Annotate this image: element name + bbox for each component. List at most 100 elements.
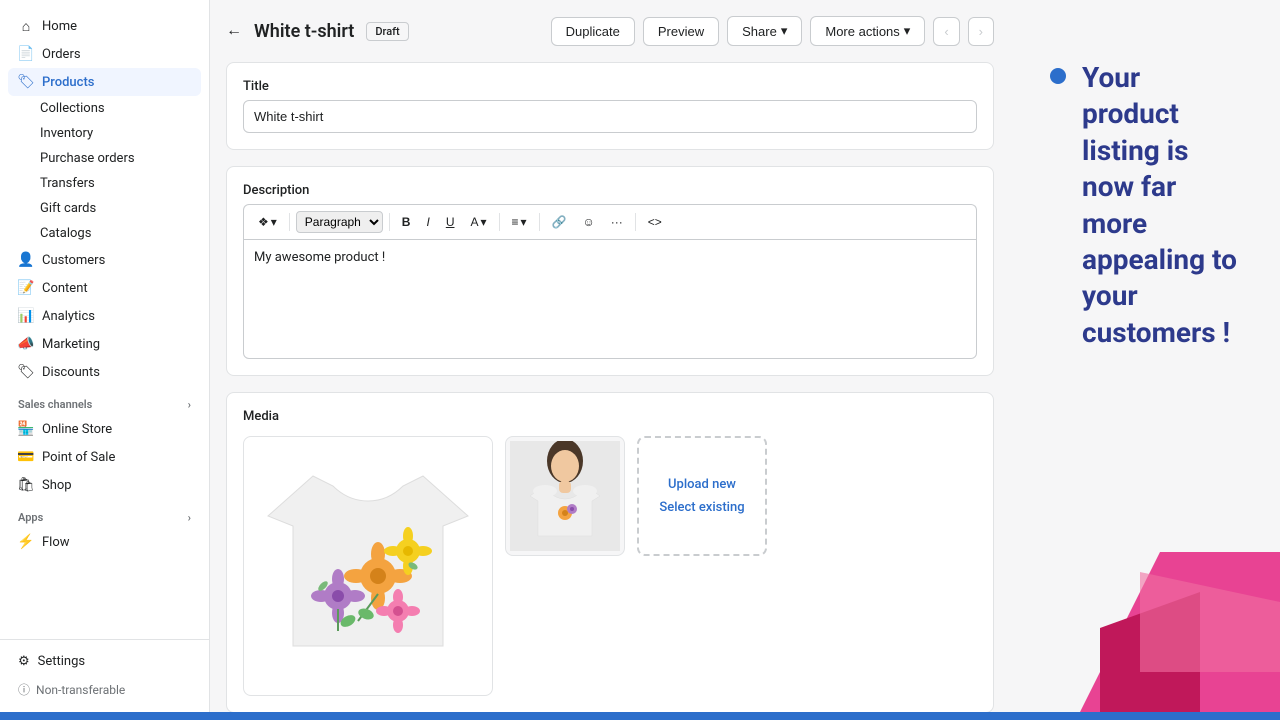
sidebar-item-analytics[interactable]: 📊 Analytics — [8, 302, 201, 330]
sidebar-item-gift-cards[interactable]: Gift cards — [8, 196, 201, 221]
color-button[interactable]: A ▾ — [464, 212, 492, 232]
sidebar-item-discounts[interactable]: 🏷 Discounts — [8, 358, 201, 386]
sidebar-item-collections[interactable]: Collections — [8, 96, 201, 121]
color-icon: A — [470, 215, 478, 229]
editor-header: ← White t-shirt Draft Duplicate Preview … — [226, 16, 994, 46]
select-existing-link[interactable]: Select existing — [659, 500, 744, 515]
more-chevron-icon: ▾ — [904, 23, 911, 39]
duplicate-label: Duplicate — [566, 24, 620, 39]
sidebar-item-orders[interactable]: 📄 Orders — [8, 40, 201, 68]
format-button[interactable]: ❖ ▾ — [252, 212, 283, 232]
content-icon: 📝 — [18, 280, 34, 296]
share-label: Share — [742, 24, 777, 39]
thumbnail-media-item[interactable] — [505, 436, 625, 556]
italic-button[interactable]: I — [420, 212, 435, 232]
flow-icon: ⚡ — [18, 534, 34, 550]
code-button[interactable]: <> — [642, 212, 668, 232]
format-chevron-icon: ▾ — [271, 215, 277, 229]
preview-button[interactable]: Preview — [643, 17, 719, 46]
sidebar-discounts-label: Discounts — [42, 365, 100, 380]
duplicate-button[interactable]: Duplicate — [551, 17, 635, 46]
sidebar: ⌂ Home 📄 Orders 🏷 Products Collections I… — [0, 0, 210, 712]
sidebar-inventory-label: Inventory — [40, 126, 93, 141]
align-icon: ≡ — [512, 215, 519, 229]
emoji-icon: ☺ — [583, 215, 595, 229]
share-chevron-icon: ▾ — [781, 23, 788, 39]
next-icon: › — [979, 24, 983, 39]
description-text: My awesome product ! — [254, 250, 385, 265]
marketing-icon: 📣 — [18, 336, 34, 352]
sidebar-catalogs-label: Catalogs — [40, 226, 91, 241]
sidebar-collections-label: Collections — [40, 101, 105, 116]
back-button[interactable]: ← — [226, 22, 242, 40]
toolbar-separator-3 — [499, 213, 500, 231]
share-button[interactable]: Share ▾ — [727, 16, 802, 46]
sidebar-purchase-orders-label: Purchase orders — [40, 151, 135, 166]
apps-expand-icon[interactable]: › — [188, 511, 191, 524]
apps-label: Apps — [18, 511, 43, 524]
upload-new-link[interactable]: Upload new — [668, 477, 736, 492]
right-panel: Your product listing is now far more app… — [1010, 0, 1280, 712]
sidebar-item-settings[interactable]: ⚙ Settings — [8, 648, 201, 675]
sidebar-item-customers[interactable]: 👤 Customers — [8, 246, 201, 274]
more-actions-button[interactable]: More actions ▾ — [810, 16, 925, 46]
header-actions: Duplicate Preview Share ▾ More actions ▾… — [551, 16, 994, 46]
sidebar-marketing-label: Marketing — [42, 337, 100, 352]
next-nav-button[interactable]: › — [968, 17, 994, 46]
non-transferable-label: Non-transferable — [36, 683, 125, 697]
orders-icon: 📄 — [18, 46, 34, 62]
sidebar-item-marketing[interactable]: 📣 Marketing — [8, 330, 201, 358]
sidebar-item-online-store[interactable]: 🏪 Online Store — [8, 415, 201, 443]
settings-icon: ⚙ — [18, 654, 30, 669]
sales-channels-section: Sales channels › — [8, 386, 201, 415]
upload-area[interactable]: Upload new Select existing — [637, 436, 767, 556]
prev-icon: ‹ — [944, 24, 948, 39]
more-actions-label: More actions — [825, 24, 899, 39]
main-media-item[interactable] — [243, 436, 493, 696]
sidebar-item-point-of-sale[interactable]: 💳 Point of Sale — [8, 443, 201, 471]
sidebar-home-label: Home — [42, 19, 77, 34]
toolbar-separator-4 — [539, 213, 540, 231]
prev-nav-button[interactable]: ‹ — [933, 17, 959, 46]
sidebar-orders-label: Orders — [42, 47, 81, 62]
paragraph-select[interactable]: Paragraph — [296, 211, 383, 233]
products-icon: 🏷 — [18, 74, 34, 90]
sidebar-settings-label: Settings — [38, 654, 85, 669]
sidebar-item-home[interactable]: ⌂ Home — [8, 12, 201, 40]
sidebar-item-shop[interactable]: 🛍 Shop — [8, 471, 201, 499]
align-chevron-icon: ▾ — [521, 215, 527, 229]
status-badge: Draft — [366, 22, 408, 41]
sidebar-item-flow[interactable]: ⚡ Flow — [8, 528, 201, 556]
emoji-button[interactable]: ☺ — [577, 212, 601, 232]
product-title: White t-shirt — [254, 21, 354, 42]
toolbar-separator-2 — [389, 213, 390, 231]
media-section: Media — [226, 392, 994, 712]
back-arrow-icon: ← — [226, 22, 242, 40]
sidebar-item-catalogs[interactable]: Catalogs — [8, 221, 201, 246]
sidebar-item-content[interactable]: 📝 Content — [8, 274, 201, 302]
link-button[interactable]: 🔗 — [546, 212, 573, 232]
code-icon: <> — [648, 215, 662, 229]
bullet-text: Your product listing is now far more app… — [1082, 60, 1240, 351]
sales-channels-expand-icon[interactable]: › — [188, 398, 191, 411]
editor-panel: ← White t-shirt Draft Duplicate Preview … — [210, 0, 1010, 712]
color-chevron-icon: ▾ — [481, 215, 487, 229]
more-toolbar-icon: ··· — [611, 215, 623, 229]
customers-icon: 👤 — [18, 252, 34, 268]
sidebar-products-label: Products — [42, 75, 94, 90]
sidebar-item-inventory[interactable]: Inventory — [8, 121, 201, 146]
align-button[interactable]: ≡ ▾ — [506, 212, 533, 232]
sidebar-item-products[interactable]: 🏷 Products — [8, 68, 201, 96]
sidebar-gift-cards-label: Gift cards — [40, 201, 96, 216]
title-input[interactable] — [243, 100, 977, 133]
bullet-dot — [1050, 68, 1066, 84]
underline-button[interactable]: U — [440, 212, 461, 232]
discounts-icon: 🏷 — [18, 364, 34, 380]
bold-button[interactable]: B — [396, 212, 417, 232]
bottom-bar — [0, 712, 1280, 720]
more-toolbar-button[interactable]: ··· — [605, 212, 629, 232]
description-body[interactable]: My awesome product ! — [243, 239, 977, 359]
sidebar-item-transfers[interactable]: Transfers — [8, 171, 201, 196]
non-transferable-item[interactable]: ⓘ Non-transferable — [8, 675, 201, 704]
sidebar-item-purchase-orders[interactable]: Purchase orders — [8, 146, 201, 171]
